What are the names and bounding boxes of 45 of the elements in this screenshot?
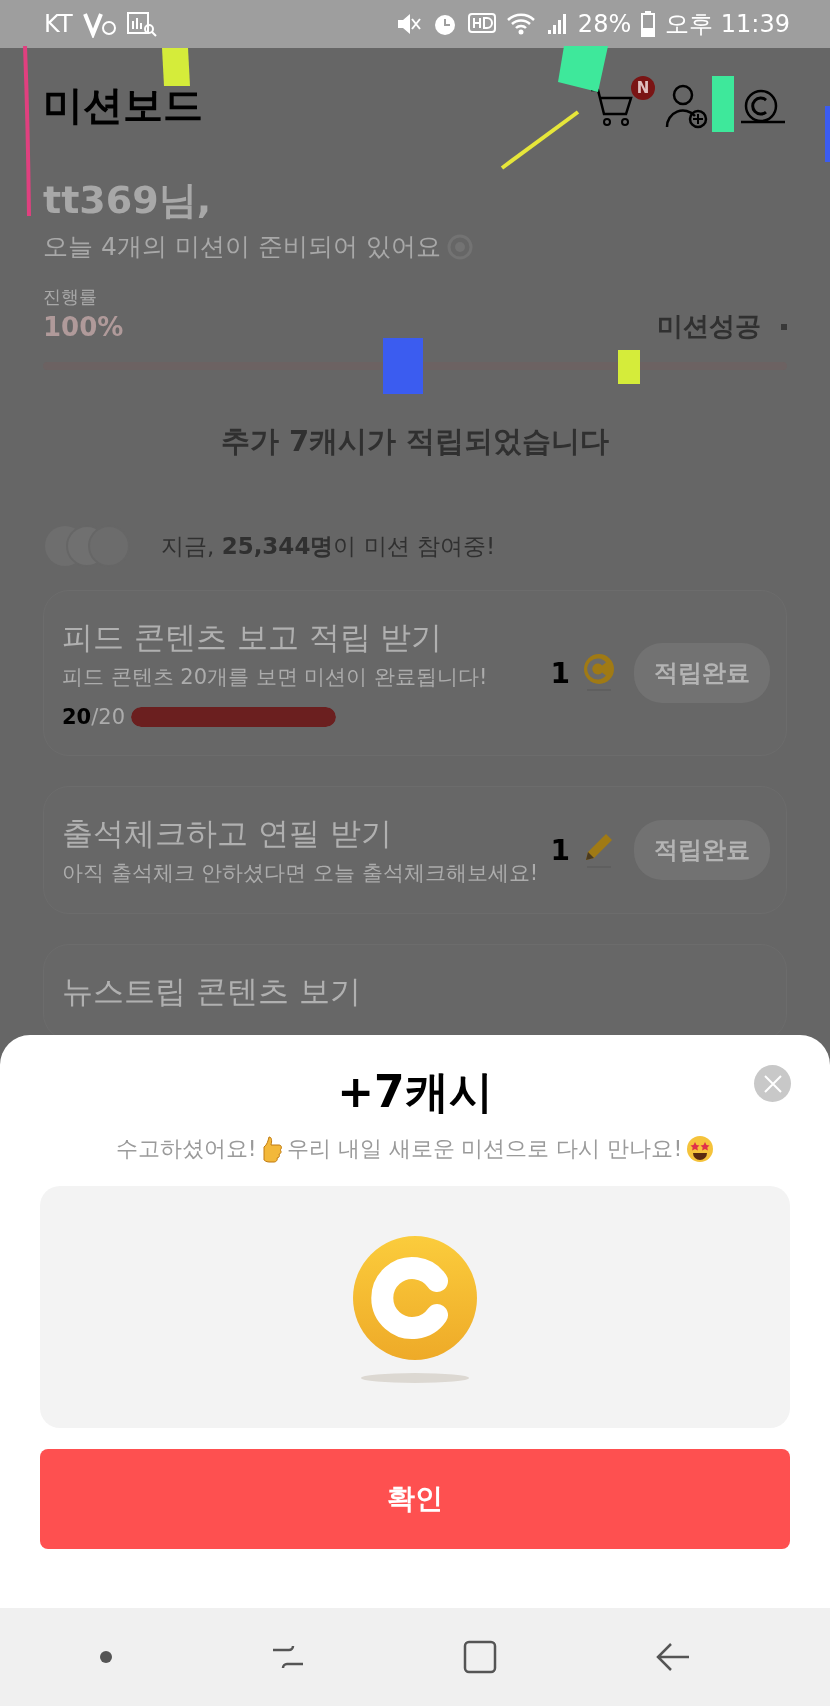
close-icon	[762, 1073, 783, 1094]
sheet-message: 우리 내일 새로운 미션으로 다시 만나요!	[286, 1135, 683, 1163]
confetti-piece	[825, 106, 830, 162]
more-icon	[781, 323, 787, 330]
confirm-button[interactable]: 확인	[40, 1449, 790, 1549]
battery-icon	[641, 11, 656, 37]
carrier: KT	[44, 10, 73, 38]
signal-icon	[545, 12, 568, 36]
chart-search-icon	[126, 11, 157, 37]
mission-card[interactable]: 출석체크하고 연필 받기 아직 출석체크 안하셨다면 오늘 출석체크해보세요! 1 적립완료	[43, 786, 787, 914]
cart-badge: N	[631, 75, 655, 100]
confetti-piece	[162, 48, 192, 88]
collected-button[interactable]: 적립완료	[634, 643, 770, 703]
confetti-piece	[383, 338, 423, 394]
greeting-name: tt369님,	[43, 177, 213, 224]
wifi-icon	[505, 12, 536, 36]
sheet-message: 수고하셨어요!	[115, 1135, 257, 1163]
confetti-piece	[712, 76, 734, 132]
progress-percent: 100%	[43, 311, 125, 342]
confetti-piece	[558, 46, 608, 94]
mission-count: 20/20	[62, 705, 126, 729]
star-eyes-emoji-icon	[686, 1135, 715, 1163]
collected-button[interactable]: 적립완료	[634, 820, 770, 880]
battery-percent: 28%	[577, 10, 632, 38]
mission-card[interactable]: 피드 콘텐츠 보고 적립 받기 피드 콘텐츠 20개를 보면 미션이 완료됩니다! 20/20 1 적립완료	[43, 590, 787, 756]
mission-description: 피드 콘텐츠 20개를 보면 미션이 완료됩니다!	[62, 664, 489, 691]
mission-title: 피드 콘텐츠 보고 적립 받기	[62, 618, 444, 657]
page-title: 미션보드	[43, 81, 204, 130]
dot-icon[interactable]	[99, 1650, 113, 1664]
hd-icon	[467, 12, 496, 36]
mute-icon	[395, 11, 422, 37]
confetti-piece	[618, 350, 640, 384]
home-icon[interactable]	[463, 1640, 497, 1674]
reward-count: 1	[550, 656, 570, 690]
coin-icon	[582, 653, 616, 693]
thumbs-up-icon	[260, 1135, 283, 1163]
mission-title: 출석체크하고 연필 받기	[62, 814, 393, 853]
volte-icon	[82, 10, 117, 38]
mission-description: 아직 출석체크 안하셨다면 오늘 출석체크해보세요!	[62, 860, 540, 887]
greeting-subtitle: 오늘 4개의 미션이 준비되어 있어요	[43, 231, 441, 263]
sheet-title: +7캐시	[337, 1065, 493, 1119]
reward-count: 1	[550, 833, 570, 867]
mission-title: 뉴스트립 콘텐츠 보기	[62, 972, 362, 1011]
progress-label: 진행률	[43, 285, 98, 309]
clock: 오후 11:39	[665, 9, 790, 40]
